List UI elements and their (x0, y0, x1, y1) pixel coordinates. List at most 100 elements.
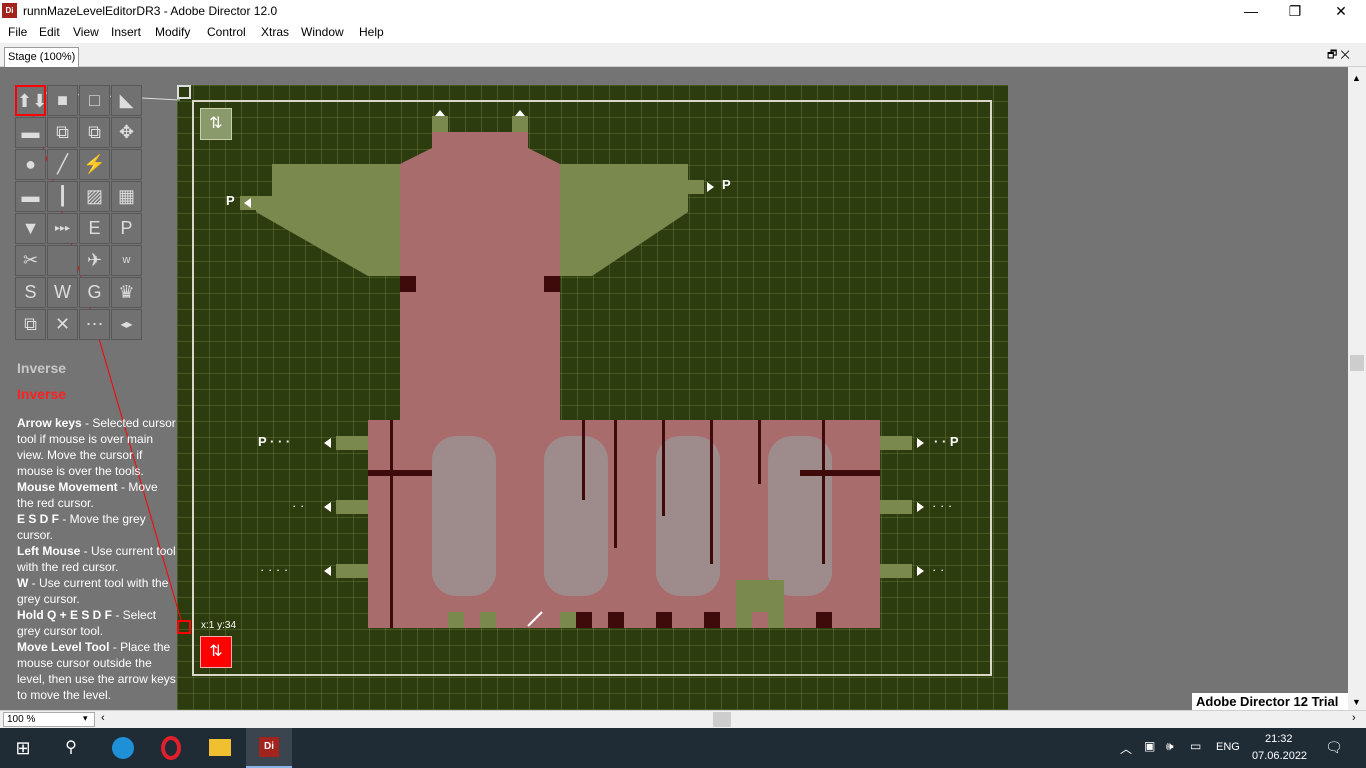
tool-empty-block[interactable]: □ (79, 85, 110, 116)
minimize-button[interactable]: — (1228, 0, 1274, 22)
dark-bar-v2 (582, 420, 585, 500)
tool-line[interactable]: ╱ (47, 149, 78, 180)
tool-lightning[interactable]: ⚡ (79, 149, 110, 180)
tool-move-level[interactable]: ✥ (111, 117, 142, 148)
scroll-thumb[interactable] (1350, 355, 1364, 371)
tool-copy[interactable]: ⧉ (15, 309, 46, 340)
help-line-left-mouse: Left Mouse - Use current tool with the r… (17, 544, 176, 574)
title-bar: Di runnMazeLevelEditorDR3 - Adobe Direct… (0, 0, 1366, 22)
tool-w-small[interactable]: w (111, 245, 142, 276)
volume-icon[interactable]: 🕪 (1166, 739, 1174, 754)
menu-file[interactable]: File (8, 25, 27, 39)
olive-spike-right (512, 116, 528, 132)
tool-s[interactable]: S (15, 277, 46, 308)
hscroll-thumb[interactable] (713, 712, 731, 727)
dark-block-b5 (816, 612, 832, 628)
language-indicator[interactable]: ENG (1216, 741, 1240, 753)
help-line-hold-q: Hold Q + E S D F - Select grey cursor to… (17, 608, 157, 638)
dark-block-right (544, 276, 560, 292)
help-text: Arrow keys - Selected cursor tool if mou… (17, 415, 177, 703)
arrow-right-top (707, 182, 714, 192)
inverse-label-grey[interactable]: Inverse (17, 360, 177, 376)
vertical-scrollbar[interactable]: ▲ ▼ (1348, 67, 1366, 710)
arrow-right-1 (917, 438, 924, 448)
tool-w[interactable]: W (47, 277, 78, 308)
director-taskbar-icon[interactable]: Di (246, 728, 292, 768)
scroll-up-icon[interactable]: ▲ (1352, 73, 1361, 83)
dark-bar-v4 (662, 420, 665, 516)
dark-block-b2 (608, 612, 624, 628)
dark-block-left (400, 276, 416, 292)
tool-platform[interactable]: ▬ (15, 117, 46, 148)
tool-solid-block[interactable]: ■ (47, 85, 78, 116)
opera-icon[interactable] (148, 728, 194, 768)
dark-bar-h2 (800, 470, 880, 476)
scroll-down-icon[interactable]: ▼ (1352, 697, 1361, 707)
help-line-w: W - Use current tool with the grey curso… (17, 576, 169, 606)
tool-ball[interactable]: ● (15, 149, 46, 180)
help-line-arrow-keys: Arrow keys - Selected cursor tool if mou… (17, 416, 176, 478)
tool-horizontal-bar[interactable]: ▬ (15, 181, 46, 212)
tool-slope[interactable]: ◣ (111, 85, 142, 116)
menu-modify[interactable]: Modify (155, 25, 190, 39)
stage-view[interactable]: P P P · · · · · P · · · · · · · · · · · … (0, 67, 1348, 710)
tool-g[interactable]: G (79, 277, 110, 308)
pink-tower (400, 132, 560, 420)
battery-icon[interactable]: ▭ (1190, 739, 1201, 753)
tool-p[interactable]: P (111, 213, 142, 244)
tab-window-controls[interactable]: 🗗 ✕ (1327, 46, 1350, 65)
arrow-up-1 (435, 110, 445, 116)
trial-watermark: Adobe Director 12 Trial (1192, 693, 1348, 710)
tool-move-updown[interactable]: ⬆⬇ (15, 85, 47, 116)
tool-blank[interactable] (111, 149, 142, 180)
menu-insert[interactable]: Insert (111, 25, 141, 39)
menu-edit[interactable]: Edit (39, 25, 60, 39)
tool-hatch[interactable]: ▨ (79, 181, 110, 212)
clock-time[interactable]: 21:32 (1265, 733, 1293, 745)
tool-grass[interactable]: ♛ (111, 277, 142, 308)
tool-scissors[interactable]: ✂ (15, 245, 46, 276)
file-explorer-icon[interactable] (197, 728, 243, 768)
tool-left-right[interactable]: ◂▸ (111, 309, 142, 340)
tool-delete[interactable]: ✕ (47, 309, 78, 340)
tool-layer-front[interactable]: ⧉ (47, 117, 78, 148)
notification-icon[interactable]: 🗨 (1325, 739, 1343, 756)
menu-help[interactable]: Help (359, 25, 384, 39)
edge-icon[interactable] (100, 728, 146, 768)
tool-spike[interactable]: ▼ (15, 213, 46, 244)
document-tab-bar: Stage (100%) (0, 43, 1366, 67)
olive-arm-r3 (880, 564, 912, 578)
menu-xtras[interactable]: Xtras (261, 25, 289, 39)
windows-start-icon[interactable]: ⊞ (0, 728, 46, 768)
chevron-down-icon[interactable]: ▾ (83, 713, 88, 724)
search-icon[interactable]: ⚲ (48, 728, 94, 768)
windows-taskbar: ⊞ ⚲ Di (0, 728, 1366, 768)
zoom-select[interactable]: 100 % (3, 712, 95, 727)
close-button[interactable]: ✕ (1318, 0, 1364, 22)
hscroll-left-icon[interactable]: ‹ (101, 712, 105, 724)
inverse-label-red[interactable]: Inverse (17, 386, 177, 402)
grid-window-1 (432, 436, 496, 596)
tool-dotted[interactable]: ⋯ (79, 309, 110, 340)
olive-block-b1 (448, 612, 464, 628)
hscroll-right-icon[interactable]: › (1352, 712, 1356, 724)
menu-view[interactable]: View (73, 25, 99, 39)
toolbox: ⬆⬇ ■ □ ◣ ▬ ⧉ ⧉ ✥ ● ╱ ⚡ ▬ ┃ ▨ ▦ ▼ ▸▸▸ E P… (15, 85, 145, 341)
tool-bat[interactable]: ✈ (79, 245, 110, 276)
tool-blank-2[interactable] (47, 245, 78, 276)
menu-window[interactable]: Window (301, 25, 344, 39)
tab-stage[interactable]: Stage (100%) (4, 47, 80, 67)
tool-conveyor[interactable]: ▸▸▸ (47, 213, 78, 244)
tool-e[interactable]: E (79, 213, 110, 244)
tool-grid-pattern[interactable]: ▦ (111, 181, 142, 212)
maximize-button[interactable]: ❐ (1272, 0, 1318, 22)
director-app-icon[interactable]: Di (2, 3, 17, 18)
menu-control[interactable]: Control (207, 25, 246, 39)
clock-date[interactable]: 07.06.2022 (1252, 750, 1307, 762)
tool-layer-back[interactable]: ⧉ (79, 117, 110, 148)
olive-arm-r1 (880, 436, 912, 450)
chevron-up-icon[interactable]: ︿ (1120, 740, 1132, 757)
help-line-move-level: Move Level Tool - Place the mouse cursor… (17, 640, 176, 702)
network-icon[interactable]: ▣ (1144, 739, 1155, 753)
tool-vertical-bar[interactable]: ┃ (47, 181, 78, 212)
